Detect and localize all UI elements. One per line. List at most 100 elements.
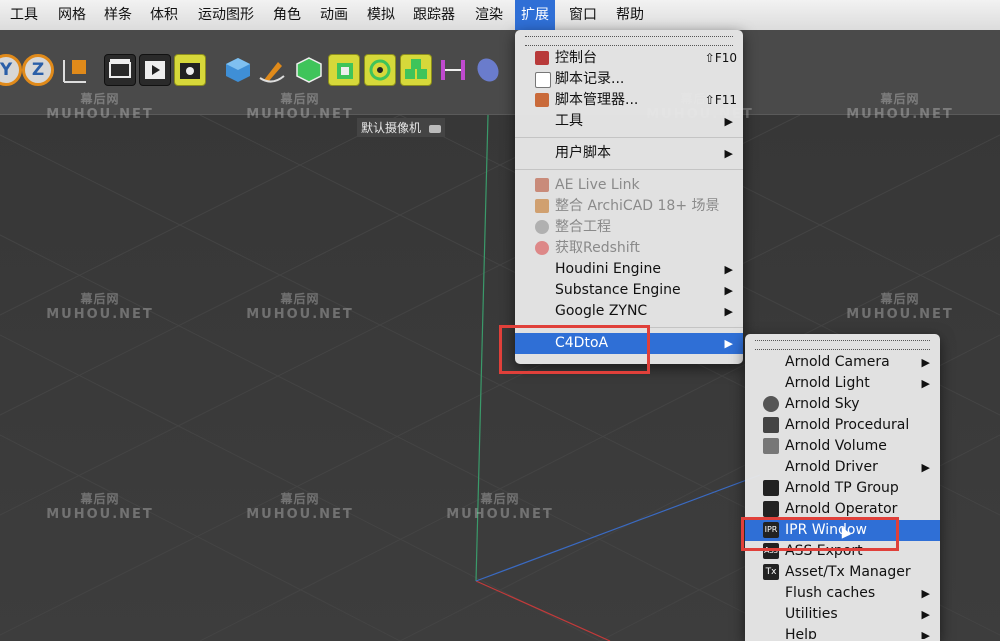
operator-icon: [763, 501, 779, 517]
menu-item-arnold-tp-group[interactable]: Arnold TP Group: [745, 478, 940, 499]
pen-spline-icon[interactable]: [256, 54, 288, 86]
redshift-icon: [535, 241, 549, 255]
menu-volume[interactable]: 体积: [144, 0, 184, 30]
watermark: 幕后网MUHOU.NET: [240, 92, 360, 122]
render-view-icon[interactable]: [104, 54, 136, 86]
menu-simulate[interactable]: 模拟: [361, 0, 401, 30]
cube-icon[interactable]: [222, 54, 254, 86]
watermark: 幕后网MUHOU.NET: [40, 92, 160, 122]
menu-item-houdini-engine[interactable]: Houdini Engine ▶: [515, 259, 743, 280]
menu-item-label: Help: [785, 627, 817, 639]
submenu-arrow-icon: ▶: [921, 608, 930, 621]
archicad-icon: [535, 199, 549, 213]
menu-item-label: 控制台: [555, 50, 597, 66]
mograph-cubes-icon[interactable]: [400, 54, 432, 86]
render-to-picture-viewer-icon[interactable]: [139, 54, 171, 86]
watermark: 幕后网MUHOU.NET: [240, 492, 360, 522]
menu-item-shortcut: ⇧F11: [704, 93, 737, 107]
menu-mograph[interactable]: 运动图形: [192, 0, 260, 30]
menu-item-help[interactable]: Help ▶: [745, 625, 940, 639]
extensions-menu: 控制台 ⇧F10 脚本记录... 脚本管理器... ⇧F11 工具 ▶ 用户脚本…: [515, 30, 743, 364]
menu-item-label: 工具: [555, 113, 583, 129]
render-settings-icon[interactable]: [174, 54, 206, 86]
menu-item-utilities[interactable]: Utilities ▶: [745, 604, 940, 625]
menu-separator: [515, 169, 743, 170]
watermark-cn: 幕后网: [480, 492, 520, 506]
cloner-icon[interactable]: [364, 54, 396, 86]
menu-item-arnold-sky[interactable]: Arnold Sky: [745, 394, 940, 415]
watermark-en: MUHOU.NET: [46, 307, 154, 322]
menu-item-script-manager[interactable]: 脚本管理器... ⇧F11: [515, 90, 743, 111]
watermark-en: MUHOU.NET: [846, 107, 954, 122]
ae-icon: [535, 178, 549, 192]
menu-item-label: Utilities: [785, 606, 838, 622]
menu-animate[interactable]: 动画: [314, 0, 354, 30]
menu-item-arnold-camera[interactable]: Arnold Camera ▶: [745, 352, 940, 373]
submenu-arrow-icon: ▶: [921, 356, 930, 369]
menu-tracker[interactable]: 跟踪器: [407, 0, 461, 30]
menu-item-console[interactable]: 控制台 ⇧F10: [515, 48, 743, 69]
menu-item-label: 获取Redshift: [555, 240, 640, 256]
menu-item-label: Arnold Driver: [785, 459, 878, 475]
menu-item-label: Substance Engine: [555, 282, 681, 298]
menu-item-arnold-volume[interactable]: Arnold Volume: [745, 436, 940, 457]
extrude-icon[interactable]: [328, 54, 360, 86]
menu-item-archicad: 整合 ArchiCAD 18+ 场景: [515, 196, 743, 217]
menu-tear-off[interactable]: [755, 340, 930, 350]
menu-item-shortcut: ⇧F10: [704, 51, 737, 65]
watermark: 幕后网MUHOU.NET: [240, 292, 360, 322]
submenu-arrow-icon: ▶: [921, 587, 930, 600]
menu-item-arnold-procedural[interactable]: Arnold Procedural: [745, 415, 940, 436]
submenu-arrow-icon: ▶: [724, 337, 733, 350]
watermark-cn: 幕后网: [80, 292, 120, 306]
menu-extensions[interactable]: 扩展: [515, 0, 555, 30]
menu-item-label: Flush caches: [785, 585, 876, 601]
menu-help[interactable]: 帮助: [610, 0, 650, 30]
environment-icon[interactable]: [472, 54, 504, 86]
menu-character[interactable]: 角色: [267, 0, 307, 30]
watermark-cn: 幕后网: [80, 492, 120, 506]
menu-tear-off[interactable]: [525, 36, 733, 46]
watermark-en: MUHOU.NET: [446, 507, 554, 522]
coordinate-system-icon[interactable]: [58, 54, 90, 86]
subdivision-surface-icon[interactable]: [293, 54, 325, 86]
watermark: 幕后网MUHOU.NET: [440, 492, 560, 522]
annotation-box-c4dtoa: [499, 325, 650, 374]
menu-item-user-scripts[interactable]: 用户脚本 ▶: [515, 143, 743, 164]
menu-item-google-zync[interactable]: Google ZYNC ▶: [515, 301, 743, 322]
script-manager-icon: [535, 93, 549, 107]
menu-item-arnold-driver[interactable]: Arnold Driver ▶: [745, 457, 940, 478]
procedural-icon: [763, 417, 779, 433]
watermark: 幕后网MUHOU.NET: [40, 292, 160, 322]
watermark: 幕后网MUHOU.NET: [840, 292, 960, 322]
menu-spline[interactable]: 样条: [98, 0, 138, 30]
menu-item-script-log[interactable]: 脚本记录...: [515, 69, 743, 90]
menu-item-label: Arnold Light: [785, 375, 870, 391]
watermark-en: MUHOU.NET: [246, 107, 354, 122]
submenu-arrow-icon: ▶: [724, 305, 733, 318]
menu-mesh[interactable]: 网格: [52, 0, 92, 30]
menu-item-label: Houdini Engine: [555, 261, 661, 277]
menu-item-label: Arnold Operator: [785, 501, 898, 517]
menu-window[interactable]: 窗口: [563, 0, 603, 30]
menu-item-label: AE Live Link: [555, 177, 640, 193]
menu-tools[interactable]: 工具: [4, 0, 44, 30]
menu-item-label: Arnold TP Group: [785, 480, 899, 496]
deformer-bend-icon[interactable]: [437, 54, 469, 86]
menu-item-asset-tx-manager[interactable]: Tx Asset/Tx Manager: [745, 562, 940, 583]
watermark: 幕后网MUHOU.NET: [40, 492, 160, 522]
menubar: 工具 网格 样条 体积 运动图形 角色 动画 模拟 跟踪器 渲染 扩展 窗口 帮…: [0, 0, 1000, 31]
menu-item-label: Arnold Procedural: [785, 417, 910, 433]
y-axis-lock-icon[interactable]: Y: [0, 54, 22, 86]
watermark-cn: 幕后网: [280, 492, 320, 506]
menu-item-flush-caches[interactable]: Flush caches ▶: [745, 583, 940, 604]
z-axis-lock-icon[interactable]: Z: [22, 54, 54, 86]
menu-item-tools[interactable]: 工具 ▶: [515, 111, 743, 132]
watermark-en: MUHOU.NET: [246, 307, 354, 322]
submenu-arrow-icon: ▶: [921, 629, 930, 639]
menu-item-arnold-light[interactable]: Arnold Light ▶: [745, 373, 940, 394]
menu-render[interactable]: 渲染: [469, 0, 509, 30]
menu-item-substance-engine[interactable]: Substance Engine ▶: [515, 280, 743, 301]
watermark-en: MUHOU.NET: [46, 107, 154, 122]
watermark-en: MUHOU.NET: [246, 507, 354, 522]
